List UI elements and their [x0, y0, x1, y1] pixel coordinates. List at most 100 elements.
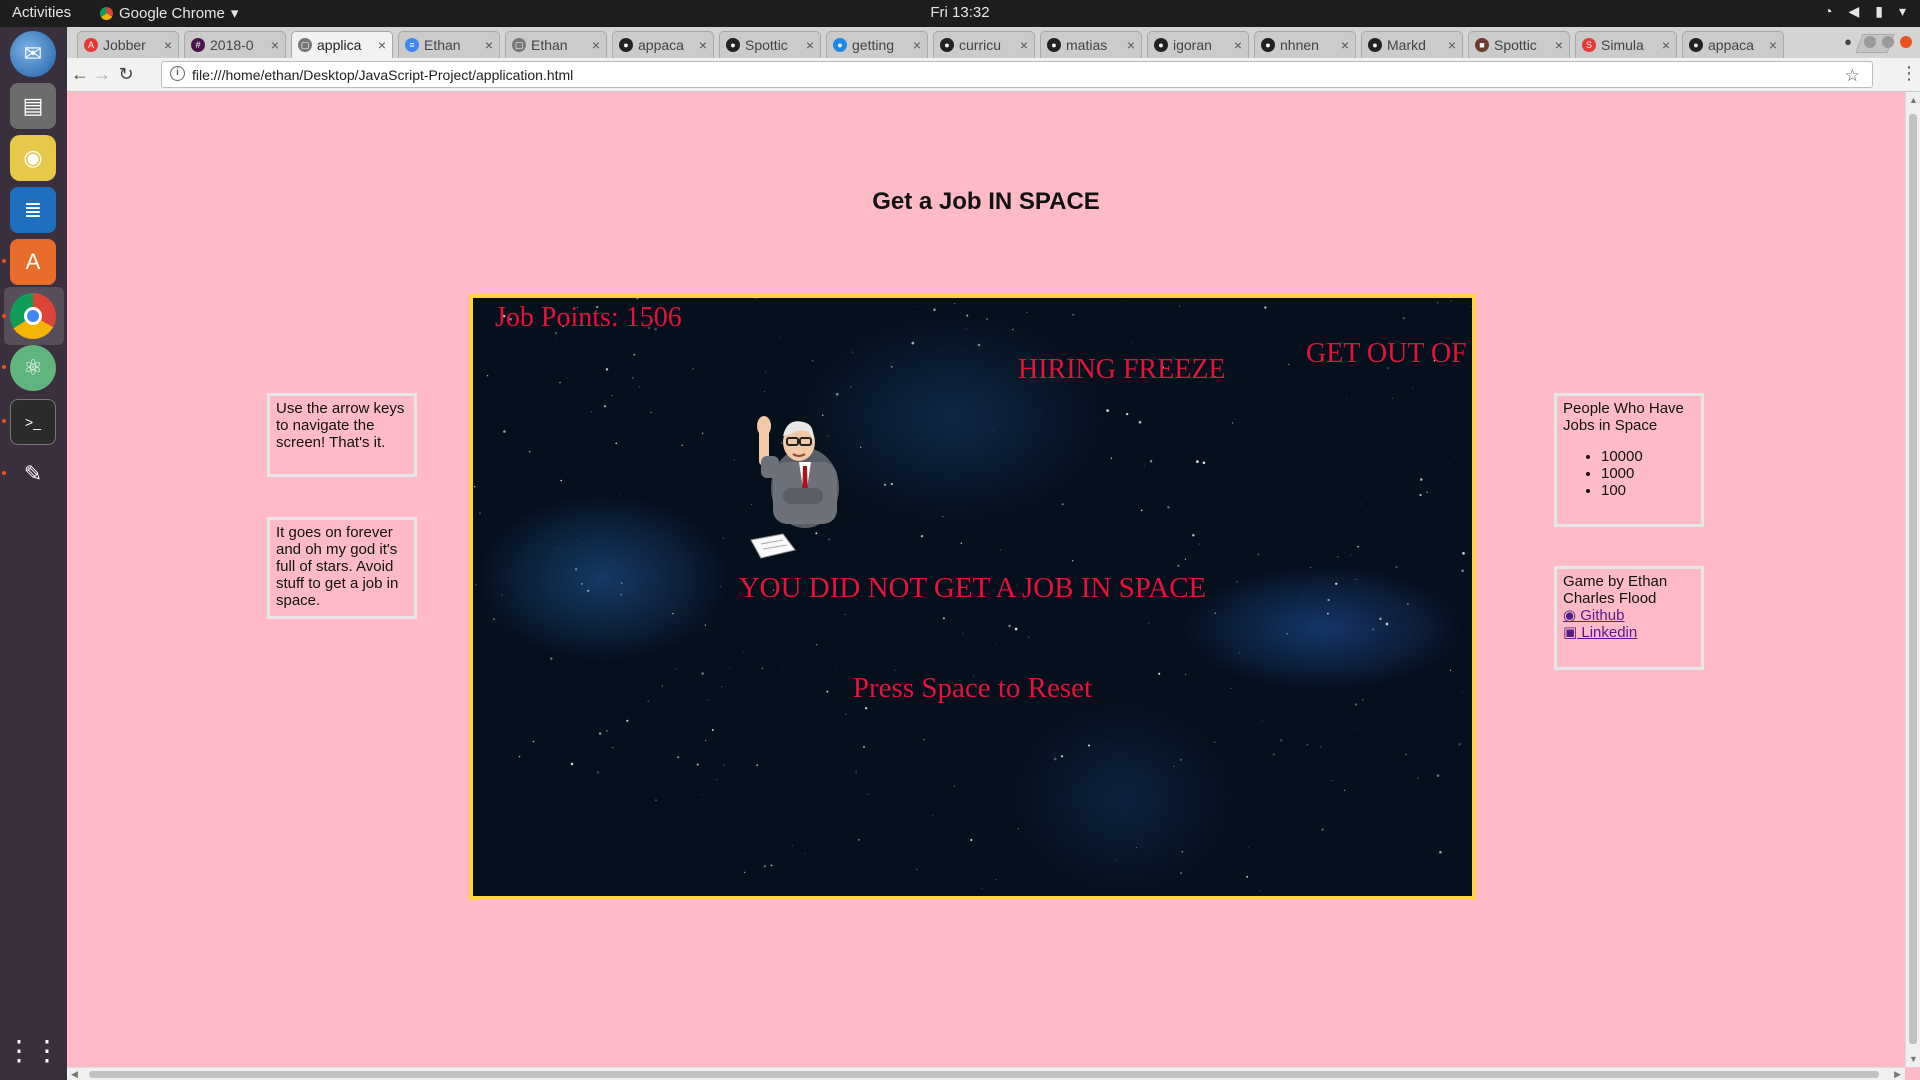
chrome-menu-icon[interactable]: ⋮ [1898, 63, 1920, 84]
browser-tab[interactable]: ● Markd × [1361, 31, 1463, 58]
tab-label: igoran [1173, 37, 1212, 53]
tab-favicon-icon: # [191, 38, 205, 52]
browser-tab[interactable]: ≡ Ethan × [398, 31, 500, 58]
close-tab-icon[interactable]: × [806, 37, 814, 53]
minimize-button[interactable] [1864, 35, 1876, 48]
system-tray[interactable]: ◔ ◀ ▮ ▾ [1824, 3, 1906, 20]
tab-favicon-icon: A [84, 38, 98, 52]
browser-tab[interactable]: #2018-0 × [184, 31, 286, 58]
tab-label: curricu [959, 37, 1002, 53]
vertical-scroll-thumb[interactable] [1909, 114, 1917, 1044]
close-tab-icon[interactable]: × [592, 37, 600, 53]
close-tab-icon[interactable]: × [378, 37, 386, 53]
atom-icon[interactable]: ⚛ [10, 345, 56, 391]
close-tab-icon[interactable]: × [1555, 37, 1563, 53]
bookmark-star-icon[interactable]: ☆ [1845, 66, 1860, 86]
close-tab-icon[interactable]: × [1448, 37, 1456, 53]
clock[interactable]: Fri 13:32 [930, 4, 989, 21]
browser-tab[interactable]: ▢ applica × [291, 31, 393, 58]
browser-toolbar: ← → ↻ i file:///home/ethan/Desktop/JavaS… [67, 58, 1920, 92]
scroll-up-arrow-icon[interactable]: ▲ [1909, 95, 1918, 105]
tab-label: getting [852, 37, 895, 53]
browser-tab[interactable]: ● appaca × [1682, 31, 1784, 58]
github-link[interactable]: ◉ Github [1563, 607, 1695, 624]
chrome-icon[interactable] [10, 293, 56, 339]
info-icon[interactable]: i [170, 66, 185, 81]
tab-label: Spottic [745, 37, 788, 53]
running-indicator [2, 471, 6, 475]
browser-tab[interactable]: ● appaca × [612, 31, 714, 58]
activities-button[interactable]: Activities [12, 4, 71, 21]
rhythmbox-icon[interactable]: ◉ [10, 135, 56, 181]
browser-tab[interactable]: ● Spottic × [719, 31, 821, 58]
tab-favicon-icon: ≡ [405, 38, 419, 52]
browser-tab[interactable]: ● igoran × [1147, 31, 1249, 58]
tab-label: nhnen [1280, 37, 1319, 53]
description-text: It goes on forever and oh my god it's fu… [276, 524, 399, 609]
tab-label: appaca [1708, 37, 1754, 53]
back-button[interactable]: ← [69, 64, 91, 85]
description-box: It goes on forever and oh my god it's fu… [267, 517, 417, 619]
horizontal-scrollbar[interactable]: ◀ ▶ [67, 1067, 1905, 1080]
close-tab-icon[interactable]: × [1234, 37, 1242, 53]
leaderboard-heading: People Who Have Jobs in Space [1563, 400, 1684, 434]
tab-favicon-icon: ▢ [512, 38, 526, 52]
chevron-down-icon: ▾ [230, 5, 239, 22]
gimp-icon[interactable]: ✎ [10, 451, 56, 497]
tab-label: Jobber [103, 37, 146, 53]
close-tab-icon[interactable]: × [1662, 37, 1670, 53]
tab-favicon-icon: ● [1261, 38, 1275, 52]
browser-tab[interactable]: ● curricu × [933, 31, 1035, 58]
scroll-down-arrow-icon[interactable]: ▼ [1909, 1054, 1918, 1064]
browser-tab[interactable]: ● matias × [1040, 31, 1142, 58]
app-grid-icon[interactable]: ⋮⋮ [5, 1027, 61, 1073]
software-center-icon[interactable]: A [10, 239, 56, 285]
close-tab-icon[interactable]: × [164, 37, 172, 53]
close-tab-icon[interactable]: × [1020, 37, 1028, 53]
maximize-button[interactable] [1882, 35, 1894, 48]
close-tab-icon[interactable]: × [271, 37, 279, 53]
leaderboard-score: 100 [1601, 482, 1695, 499]
files-icon[interactable]: ▤ [10, 83, 56, 129]
tab-favicon-icon: ● [940, 38, 954, 52]
app-menu[interactable]: Google Chrome ▾ [100, 4, 238, 22]
close-tab-icon[interactable]: × [485, 37, 493, 53]
profile-icon[interactable]: ● [1844, 34, 1852, 49]
system-top-bar: Activities Google Chrome ▾ Fri 13:32 ◔ ◀… [0, 0, 1920, 27]
tab-favicon-icon: ▢ [298, 38, 312, 52]
writer-icon[interactable]: ≣ [10, 187, 56, 233]
scroll-right-arrow-icon[interactable]: ▶ [1894, 1069, 1901, 1080]
close-tab-icon[interactable]: × [1127, 37, 1135, 53]
linkedin-link[interactable]: ▣ Linkedin [1563, 624, 1695, 641]
scroll-left-arrow-icon[interactable]: ◀ [71, 1069, 78, 1080]
browser-tab[interactable]: ■ Spottic × [1468, 31, 1570, 58]
horizontal-scroll-thumb[interactable] [89, 1071, 1879, 1078]
close-tab-icon[interactable]: × [913, 37, 921, 53]
close-tab-icon[interactable]: × [1341, 37, 1349, 53]
running-indicator [2, 314, 6, 318]
window-controls: ● [1844, 34, 1912, 49]
reload-button[interactable]: ↻ [115, 64, 137, 85]
close-tab-icon[interactable]: × [699, 37, 707, 53]
chevron-down-icon: ▾ [1898, 3, 1906, 19]
tab-favicon-icon: ● [726, 38, 740, 52]
browser-tab[interactable]: A Jobber × [77, 31, 179, 58]
vertical-scrollbar[interactable]: ▲ ▼ [1905, 92, 1920, 1067]
volume-icon: ◀ [1848, 3, 1860, 19]
browser-tab[interactable]: ● nhnen × [1254, 31, 1356, 58]
thunderbird-icon[interactable]: ✉ [10, 31, 56, 77]
browser-tab[interactable]: ● getting × [826, 31, 928, 58]
browser-tab[interactable]: ▢ Ethan × [505, 31, 607, 58]
forward-button[interactable]: → [91, 64, 113, 85]
address-bar[interactable]: i file:///home/ethan/Desktop/JavaScript-… [161, 61, 1873, 88]
game-canvas[interactable]: Job Points: 1506 HIRING FREEZE GET OUT O… [469, 294, 1476, 900]
browser-tab[interactable]: S Simula × [1575, 31, 1677, 58]
close-window-button[interactable] [1900, 35, 1912, 48]
running-indicator [2, 365, 6, 369]
running-indicator [2, 259, 6, 263]
close-tab-icon[interactable]: × [1769, 37, 1777, 53]
leaderboard-score: 1000 [1601, 465, 1695, 482]
score-label: Job Points: 1506 [495, 302, 682, 333]
reset-prompt: Press Space to Reset [852, 672, 1093, 704]
terminal-icon[interactable]: >_ [10, 399, 56, 445]
